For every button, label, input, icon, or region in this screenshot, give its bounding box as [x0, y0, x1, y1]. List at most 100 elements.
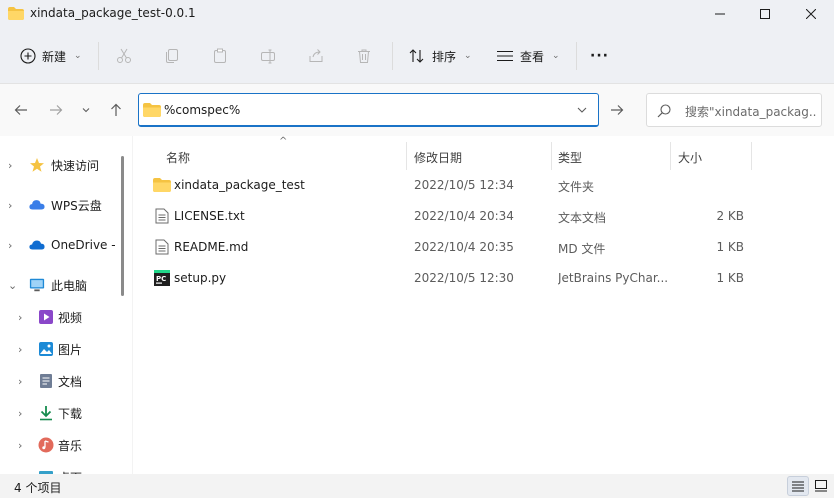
file-type: 文本文档	[558, 211, 607, 225]
rename-icon	[261, 49, 275, 64]
sidebar-item-wps-cloud[interactable]: › WPS云盘	[0, 190, 120, 220]
navigation-pane: › 快速访问 › WPS云盘 › OneDrive - ⌄ 此电脑 › 视频 ›	[0, 136, 132, 474]
folder-app-icon	[8, 7, 24, 20]
view-list-icon	[497, 50, 513, 62]
column-divider[interactable]	[551, 142, 552, 170]
window-title: xindata_package_test-0.0.1	[30, 6, 196, 20]
chevron-right-icon[interactable]: ›	[8, 239, 12, 252]
file-row[interactable]: xindata_package_test 2022/10/5 12:34 文件夹	[133, 170, 834, 201]
cut-button[interactable]	[116, 42, 132, 70]
details-view-icon	[792, 481, 804, 492]
scissors-icon	[117, 48, 131, 63]
file-size: 1 KB	[716, 240, 744, 254]
sidebar-item-quick-access[interactable]: › 快速访问	[0, 150, 120, 180]
file-name: LICENSE.txt	[174, 209, 245, 223]
paste-icon	[214, 48, 226, 63]
download-icon	[38, 405, 54, 421]
chevron-down-icon: ⌄	[464, 51, 472, 61]
status-bar: 4 个项目	[0, 474, 834, 498]
search-placeholder: 搜索"xindata_packag...	[685, 105, 817, 119]
chevron-right-icon[interactable]: ›	[18, 439, 22, 452]
close-button[interactable]	[788, 0, 834, 28]
view-button[interactable]: 查看 ⌄	[496, 42, 560, 70]
minimize-button[interactable]	[697, 0, 743, 28]
go-button[interactable]	[602, 95, 632, 125]
minimize-icon	[715, 13, 725, 15]
column-divider[interactable]	[751, 142, 752, 170]
column-label: 类型	[558, 150, 583, 165]
chevron-right-icon[interactable]: ›	[8, 159, 12, 172]
paste-button[interactable]	[212, 42, 228, 70]
file-type: 文件夹	[558, 180, 595, 194]
sidebar-item-onedrive[interactable]: › OneDrive -	[0, 230, 120, 260]
sidebar-item-music[interactable]: › 音乐	[0, 430, 120, 460]
column-label: 名称	[166, 150, 191, 165]
sidebar-item-label: 视频	[58, 310, 83, 325]
file-date: 2022/10/5 12:30	[414, 271, 514, 285]
md-file-icon	[155, 239, 169, 255]
star-icon	[29, 157, 45, 173]
delete-button[interactable]	[356, 42, 372, 70]
sidebar-item-label: 图片	[58, 342, 83, 357]
close-icon	[806, 9, 816, 19]
address-bar[interactable]	[138, 93, 599, 127]
sidebar-item-label: 此电脑	[51, 278, 88, 293]
chevron-down-icon	[82, 108, 90, 113]
column-divider[interactable]	[670, 142, 671, 170]
chevron-right-icon[interactable]: ›	[18, 375, 22, 388]
address-input[interactable]	[164, 101, 564, 119]
column-label: 修改日期	[414, 150, 463, 165]
arrow-up-icon	[111, 103, 121, 116]
rename-button[interactable]	[260, 42, 276, 70]
search-box[interactable]: 搜索"xindata_packag...	[646, 93, 822, 127]
documents-icon	[38, 373, 54, 389]
tiles-view-button[interactable]	[810, 476, 832, 496]
forward-button[interactable]	[44, 98, 68, 122]
file-row[interactable]: LICENSE.txt 2022/10/4 20:34 文本文档 2 KB	[133, 201, 834, 232]
more-icon: ···	[590, 48, 609, 64]
column-header-type[interactable]: 类型	[558, 142, 668, 172]
divider	[576, 42, 577, 70]
chevron-down-icon[interactable]: ⌄	[8, 279, 17, 292]
sidebar-item-label: 文档	[58, 374, 83, 389]
column-header-date[interactable]: 修改日期	[414, 142, 544, 172]
arrow-right-icon	[50, 105, 63, 115]
file-row[interactable]: README.md 2022/10/4 20:35 MD 文件 1 KB	[133, 232, 834, 263]
back-button[interactable]	[9, 98, 33, 122]
new-button[interactable]: 新建 ⌄	[20, 42, 82, 70]
plus-circle-icon	[20, 48, 36, 64]
up-button[interactable]	[104, 98, 128, 122]
file-row[interactable]: PC setup.py 2022/10/5 12:30 JetBrains Py…	[133, 263, 834, 294]
sidebar-item-documents[interactable]: › 文档	[0, 366, 120, 396]
sidebar-item-this-pc[interactable]: ⌄ 此电脑	[0, 270, 120, 300]
column-divider[interactable]	[406, 142, 407, 170]
chevron-right-icon[interactable]: ›	[8, 199, 12, 212]
sidebar-item-desktop[interactable]: › 桌面	[0, 462, 120, 474]
chevron-right-icon[interactable]: ›	[18, 343, 22, 356]
chevron-right-icon[interactable]: ›	[18, 407, 22, 420]
share-button[interactable]	[308, 42, 324, 70]
command-bar: 新建 ⌄ 排序 ⌄ 查看 ⌄ ···	[0, 28, 834, 84]
column-header-size[interactable]: 大小	[678, 142, 748, 172]
file-name: README.md	[174, 240, 249, 254]
sidebar-item-videos[interactable]: › 视频	[0, 302, 120, 332]
search-icon	[657, 104, 671, 118]
pycharm-icon: PC	[154, 270, 170, 286]
chevron-down-icon[interactable]	[576, 104, 588, 116]
nav-scrollbar[interactable]	[121, 156, 124, 296]
text-file-icon	[155, 208, 169, 224]
details-view-button[interactable]	[787, 476, 809, 496]
sidebar-item-downloads[interactable]: › 下载	[0, 398, 120, 428]
recent-locations-button[interactable]	[74, 98, 98, 122]
more-options-button[interactable]: ···	[590, 42, 609, 70]
sidebar-item-pictures[interactable]: › 图片	[0, 334, 120, 364]
cloud-icon	[29, 197, 45, 213]
computer-icon	[29, 277, 45, 293]
copy-button[interactable]	[164, 42, 180, 70]
column-header-name[interactable]: 名称	[166, 142, 406, 172]
item-count: 4 个项目	[14, 481, 62, 495]
maximize-button[interactable]	[742, 0, 788, 28]
sidebar-item-label: OneDrive -	[51, 238, 116, 252]
chevron-right-icon[interactable]: ›	[18, 311, 22, 324]
sort-button[interactable]: 排序 ⌄	[408, 42, 472, 70]
